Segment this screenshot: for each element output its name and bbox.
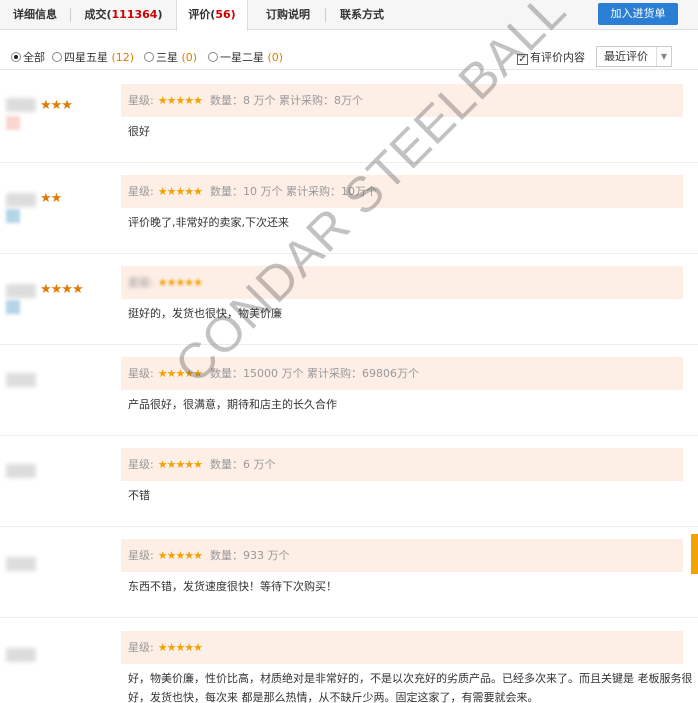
quantity-text: 数量：10 万个 累计采购：10万个 (210, 185, 378, 198)
avatar (6, 300, 20, 314)
review-item: 星级: ★★★★★ 数量：6 万个 不错 (0, 436, 698, 527)
avatar (6, 116, 20, 130)
tab-details-label: 详细信息 (13, 8, 57, 21)
review-item: 星级: ★★★★★ 数量：15000 万个 累计采购：69806万个 产品很好，很满… (0, 345, 698, 436)
user-name-blurred (6, 98, 36, 112)
side-feedback-tab[interactable] (691, 534, 698, 574)
radio-icon (144, 52, 154, 62)
review-meta: 星级: ★★★★★ 数量：8 万个 累计采购：8万个 (121, 84, 683, 117)
tab-transactions-paren: ) (157, 8, 163, 21)
user-name-blurred (6, 464, 36, 478)
review-text: 很好 (128, 125, 150, 138)
review-meta: 星级: ★★★★★ 数量：15000 万个 累计采购：69806万个 (121, 357, 683, 390)
tab-reviews-paren: ) (230, 8, 236, 21)
star-rating-icon: ★★★★★ (157, 276, 203, 289)
filter-one-two-star[interactable]: 一星二星 (0) (208, 51, 283, 65)
star-rating-icon: ★★★★★ (157, 367, 203, 380)
star-label: 星级: (128, 641, 154, 654)
review-text: 东西不错，发货速度很快！等待下次购买！ (128, 580, 337, 593)
star-label: 星级: (128, 367, 154, 380)
review-meta: 星级: ★★★★★ 数量：10 万个 累计采购：10万个 (121, 175, 683, 208)
review-text: 挺好的，发货也很快，物美价廉 (128, 307, 282, 320)
star-rating-icon: ★★★★★ (157, 458, 203, 471)
user-name-blurred (6, 373, 36, 387)
tab-details[interactable]: 详细信息 (0, 0, 70, 30)
buyer-medal-icons: ★★ (40, 191, 62, 206)
review-item: ★★ 星级: ★★★★★ 数量：10 万个 累计采购：10万个 评价晚了,非常好的卖… (0, 163, 698, 254)
review-text: 不错 (128, 489, 150, 502)
user-name-blurred (6, 648, 36, 662)
tab-reviews[interactable]: 评价(56) (176, 0, 248, 31)
star-label: 星级: (128, 549, 154, 562)
tab-bar: 详细信息 成交(111364) 评价(56) 订购说明 联系方式 加入进货单 (0, 0, 698, 31)
tab-reviews-count: 56 (215, 8, 231, 21)
review-meta: 星级: ★★★★★ (121, 266, 683, 299)
buyer-medal-icons: ★★★ (40, 98, 73, 113)
tab-transactions-count: 111364 (111, 8, 158, 21)
quantity-text: 数量：8 万个 累计采购：8万个 (210, 94, 364, 107)
radio-selected-icon (11, 52, 21, 62)
star-rating-icon: ★★★★★ (157, 549, 203, 562)
star-label: 星级: (128, 185, 154, 198)
tab-contact-label: 联系方式 (340, 8, 384, 21)
star-label: 星级: (128, 276, 154, 289)
has-content-checkbox[interactable]: ✓ 有评价内容 (517, 51, 585, 65)
tab-reviews-label: 评价( (188, 8, 216, 21)
review-meta: 星级: ★★★★★ 数量：6 万个 (121, 448, 683, 481)
review-item: 星级: ★★★★★ 好，物美价廉，性价比高，材质绝对是非常好的，不是以次充好的劣质… (0, 618, 698, 703)
star-rating-icon: ★★★★★ (157, 641, 203, 654)
star-label: 星级: (128, 94, 154, 107)
user-name-blurred (6, 557, 36, 571)
filter-all-label: 全部 (23, 51, 45, 64)
tab-contact[interactable]: 联系方式 (326, 0, 398, 30)
star-rating-icon: ★★★★★ (157, 94, 203, 107)
filter-count: (0) (181, 51, 198, 64)
quantity-text: 数量：15000 万个 累计采购：69806万个 (210, 367, 420, 380)
checkbox-checked-icon: ✓ (517, 54, 528, 65)
sort-value: 最近评价 (604, 50, 648, 63)
star-rating-icon: ★★★★★ (157, 185, 203, 198)
filter-three-star[interactable]: 三星 (0) (144, 51, 197, 65)
filter-count: (0) (267, 51, 284, 64)
tab-ordering-info[interactable]: 订购说明 (252, 0, 324, 30)
tab-transactions-label: 成交( (84, 8, 112, 21)
add-to-cart-button[interactable]: 加入进货单 (598, 3, 678, 25)
tab-transactions[interactable]: 成交(111364) (71, 0, 176, 30)
review-text: 评价晚了,非常好的卖家,下次还来 (128, 216, 289, 229)
radio-icon (52, 52, 62, 62)
filter-four-five-star[interactable]: 四星五星 (12) (52, 51, 134, 65)
review-meta: 星级: ★★★★★ (121, 631, 683, 664)
review-meta: 星级: ★★★★★ 数量：933 万个 (121, 539, 683, 572)
review-item: ★★★★ 星级: ★★★★★ 挺好的，发货也很快，物美价廉 (0, 254, 698, 345)
review-text: 产品很好，很满意，期待和店主的长久合作 (128, 398, 337, 411)
filter-all[interactable]: 全部 (11, 51, 45, 65)
user-name-blurred (6, 193, 36, 207)
filter-count: (12) (111, 51, 135, 64)
quantity-text: 数量：933 万个 (210, 549, 290, 562)
filter-label: 四星五星 (64, 51, 112, 64)
review-text: 好，物美价廉，性价比高，材质绝对是非常好的，不是以次充好的劣质产品。已经多次来了… (128, 672, 693, 703)
buyer-medal-icons: ★★★★ (40, 282, 84, 297)
review-item: 星级: ★★★★★ 数量：933 万个 东西不错，发货速度很快！等待下次购买！ (0, 527, 698, 618)
avatar (6, 209, 20, 223)
review-item: ★★★ 星级: ★★★★★ 数量：8 万个 累计采购：8万个 很好 (0, 72, 698, 163)
quantity-text: 数量：6 万个 (210, 458, 276, 471)
tab-ordering-info-label: 订购说明 (266, 8, 310, 21)
sort-select[interactable]: 最近评价 ▼ (596, 46, 672, 67)
filter-label: 三星 (156, 51, 182, 64)
user-name-blurred (6, 284, 36, 298)
chevron-down-icon: ▼ (656, 47, 671, 66)
checkbox-label: 有评价内容 (530, 51, 585, 64)
filter-label: 一星二星 (220, 51, 268, 64)
filter-bar: 全部 四星五星 (12) 三星 (0) 一星二星 (0) ✓ 有评价内容 最近评价… (0, 42, 698, 70)
star-label: 星级: (128, 458, 154, 471)
radio-icon (208, 52, 218, 62)
